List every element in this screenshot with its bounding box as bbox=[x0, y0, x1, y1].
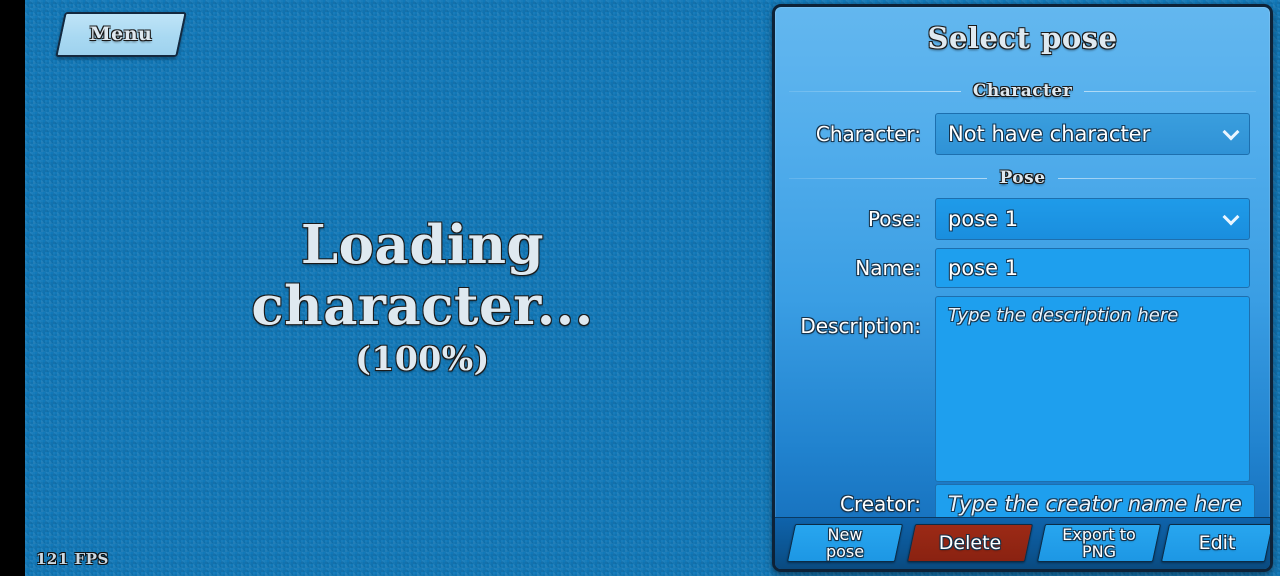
loading-line-2: character... bbox=[251, 275, 594, 337]
letterbox-bar-left bbox=[0, 0, 25, 576]
edit-button[interactable]: Edit bbox=[1160, 524, 1270, 562]
section-header-character: Character bbox=[789, 81, 1257, 101]
section-rule-right bbox=[1084, 90, 1257, 92]
delete-button[interactable]: Delete bbox=[906, 524, 1034, 562]
new-pose-button-label: New pose bbox=[825, 525, 865, 561]
section-header-pose-label: Pose bbox=[999, 168, 1046, 188]
character-label: Character: bbox=[815, 122, 921, 146]
menu-button[interactable]: Menu bbox=[55, 12, 187, 57]
panel-toolbar: New pose Delete Export to PNG Edit bbox=[775, 517, 1270, 569]
section-header-character-label: Character bbox=[972, 81, 1073, 101]
game-window: Loading character... (100%) Menu 121 FPS… bbox=[0, 0, 1280, 576]
loading-status: Loading character... (100%) bbox=[50, 215, 795, 381]
pose-select[interactable]: pose 1 bbox=[935, 198, 1250, 240]
export-to-png-button[interactable]: Export to PNG bbox=[1036, 524, 1162, 562]
delete-button-label: Delete bbox=[938, 531, 1002, 554]
edit-button-label: Edit bbox=[1198, 531, 1236, 554]
loading-line-1: Loading bbox=[300, 214, 545, 276]
name-label: Name: bbox=[855, 256, 921, 280]
section-rule-left bbox=[789, 177, 988, 179]
export-to-png-button-label: Export to PNG bbox=[1062, 525, 1136, 561]
section-header-pose: Pose bbox=[789, 168, 1256, 188]
character-select[interactable]: Not have character bbox=[935, 113, 1250, 155]
fps-counter: 121 FPS bbox=[36, 550, 109, 568]
menu-button-label: Menu bbox=[89, 23, 153, 45]
description-label: Description: bbox=[800, 314, 921, 338]
row-pose: Pose: pose 1 bbox=[795, 198, 1250, 240]
creator-label: Creator: bbox=[840, 492, 921, 516]
chevron-down-icon bbox=[1222, 208, 1240, 226]
section-rule-right bbox=[1057, 177, 1256, 179]
description-textarea[interactable]: Type the description here bbox=[935, 296, 1250, 482]
loading-percent: (100%) bbox=[355, 339, 490, 378]
section-rule-left bbox=[789, 90, 961, 92]
character-select-value: Not have character bbox=[948, 122, 1151, 146]
row-description: Description: Type the description here bbox=[795, 296, 1250, 482]
pose-select-value: pose 1 bbox=[948, 207, 1019, 231]
row-name: Name: pose 1 bbox=[795, 248, 1250, 288]
pose-label: Pose: bbox=[867, 207, 921, 231]
panel-title: Select pose bbox=[927, 21, 1118, 55]
chevron-down-icon bbox=[1222, 123, 1240, 141]
select-pose-panel: Select pose Character Character: Not hav… bbox=[772, 4, 1273, 572]
row-character: Character: Not have character bbox=[795, 113, 1250, 155]
new-pose-button[interactable]: New pose bbox=[786, 524, 904, 562]
name-input[interactable]: pose 1 bbox=[935, 248, 1250, 288]
